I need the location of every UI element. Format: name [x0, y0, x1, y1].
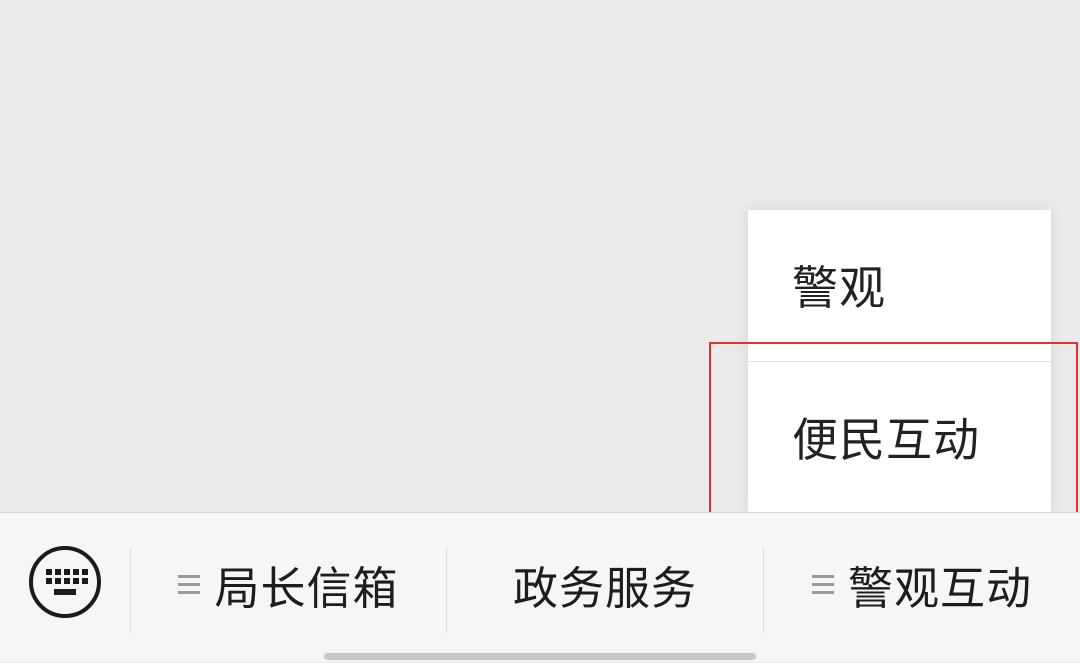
- menu-tab-label: 警观互动: [847, 561, 1032, 615]
- submenu-item-label: 便民互动: [792, 413, 980, 467]
- menu-tab-jingguan-hudong[interactable]: 警观互动: [764, 513, 1080, 663]
- keyboard-icon: [28, 545, 102, 623]
- menu-tab-zhengwu-fuwu[interactable]: 政务服务: [447, 513, 763, 663]
- home-indicator[interactable]: [324, 653, 756, 660]
- menu-tab-label: 局长信箱: [214, 561, 399, 615]
- menu-tab-label: 政务服务: [512, 561, 697, 615]
- menu-tab-juzhang-xinxiang[interactable]: 局长信箱: [131, 513, 446, 663]
- submenu-item-jingguan[interactable]: 警观: [748, 210, 1051, 360]
- submenu-item-bianmin-hudong[interactable]: 便民互动: [748, 362, 1051, 512]
- submenu-item-label: 警观: [792, 261, 886, 315]
- keyboard-toggle-button[interactable]: [0, 513, 130, 663]
- bottom-menu-bar: 局长信箱 政务服务 警观互动: [0, 512, 1080, 662]
- submenu-indicator-icon: [178, 573, 201, 595]
- submenu-popup: 警观 便民互动: [748, 210, 1051, 512]
- submenu-indicator-icon: [811, 573, 834, 595]
